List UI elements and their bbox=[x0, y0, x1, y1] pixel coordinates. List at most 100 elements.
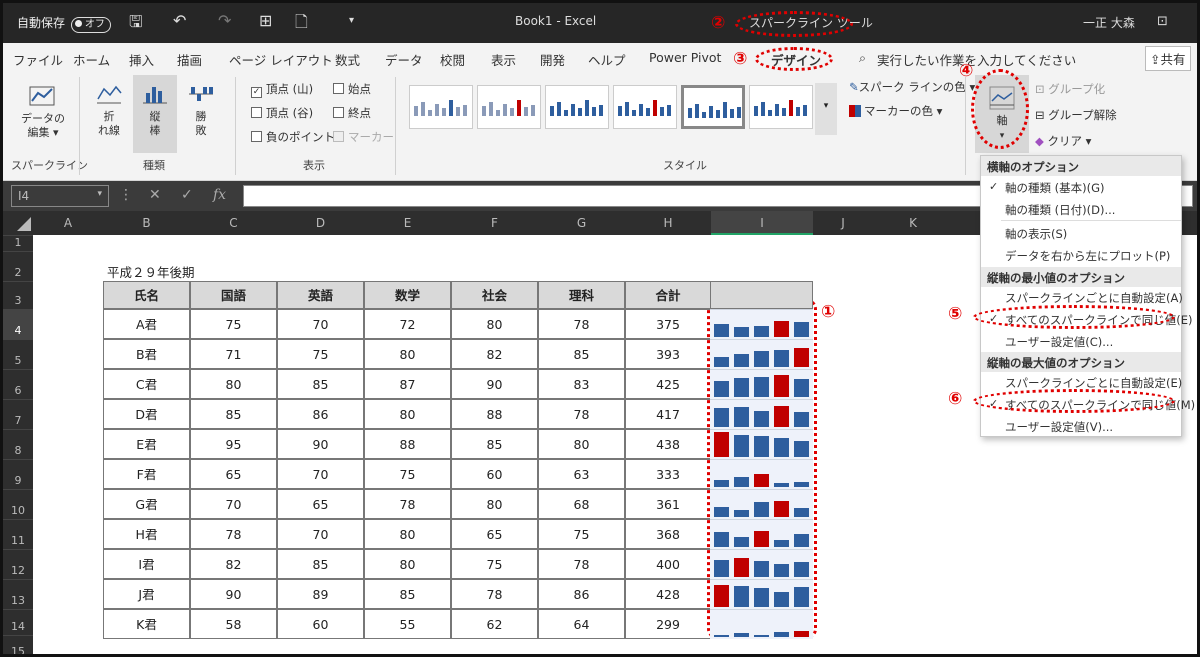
table-cell[interactable]: 60 bbox=[451, 459, 538, 489]
table-cell[interactable]: 78 bbox=[190, 519, 277, 549]
table-cell[interactable]: 68 bbox=[538, 489, 625, 519]
col-b[interactable]: B bbox=[103, 216, 190, 230]
min-auto-item[interactable]: スパークラインごとに自動設定(A) bbox=[981, 290, 1183, 306]
axis-type-general-item[interactable]: ✓ 軸の種類 (基本)(G) bbox=[981, 180, 1181, 196]
line-type-button[interactable]: 折れ線 bbox=[89, 81, 129, 138]
sparkline-cell[interactable] bbox=[710, 489, 813, 519]
table-cell[interactable]: 72 bbox=[364, 309, 451, 339]
max-custom-item[interactable]: ユーザー設定値(V)... bbox=[981, 419, 1181, 435]
table-cell[interactable]: H君 bbox=[103, 519, 190, 549]
table-cell[interactable]: 80 bbox=[364, 519, 451, 549]
table-cell[interactable]: 375 bbox=[625, 309, 711, 339]
sparkline-cell[interactable] bbox=[710, 369, 813, 399]
row-header-3[interactable]: 3 bbox=[3, 281, 33, 309]
table-cell[interactable]: 393 bbox=[625, 339, 711, 369]
sparkline-style-3[interactable] bbox=[545, 85, 609, 129]
ribbon-display-icon[interactable]: ⊡ bbox=[1157, 14, 1168, 29]
sparkline-style-2[interactable] bbox=[477, 85, 541, 129]
tab-data[interactable]: データ bbox=[385, 50, 423, 69]
table-cell[interactable]: 80 bbox=[190, 369, 277, 399]
table-cell[interactable]: A君 bbox=[103, 309, 190, 339]
table-cell[interactable]: 63 bbox=[538, 459, 625, 489]
sparkline-cell[interactable] bbox=[710, 519, 813, 549]
low-point-checkbox[interactable]: 頂点 (谷) bbox=[251, 105, 313, 121]
table-cell[interactable]: 70 bbox=[277, 459, 364, 489]
row-header-10[interactable]: 10 bbox=[3, 489, 33, 519]
tab-view[interactable]: 表示 bbox=[491, 50, 516, 69]
table-cell[interactable]: 78 bbox=[538, 549, 625, 579]
table-cell[interactable]: 438 bbox=[625, 429, 711, 459]
col-j[interactable]: J bbox=[813, 216, 873, 230]
table-cell[interactable]: 83 bbox=[538, 369, 625, 399]
table-cell[interactable]: 86 bbox=[538, 579, 625, 609]
sparkline-cell[interactable] bbox=[710, 459, 813, 489]
table-cell[interactable]: 361 bbox=[625, 489, 711, 519]
clear-button[interactable]: ◆ クリア ▾ bbox=[1035, 133, 1091, 149]
autosave-toggle[interactable]: 自動保存 オフ bbox=[17, 14, 111, 33]
plot-right-to-left-item[interactable]: データを右から左にプロット(P) bbox=[981, 248, 1181, 264]
min-custom-item[interactable]: ユーザー設定値(C)... bbox=[981, 334, 1181, 350]
table-cell[interactable]: 75 bbox=[277, 339, 364, 369]
name-box[interactable]: I4 ▾ bbox=[11, 185, 109, 207]
tab-draw[interactable]: 描画 bbox=[177, 50, 202, 69]
tab-page-layout[interactable]: ページ レイアウト bbox=[229, 50, 333, 69]
table-cell[interactable]: 88 bbox=[364, 429, 451, 459]
table-cell[interactable]: 75 bbox=[190, 309, 277, 339]
table-cell[interactable]: 400 bbox=[625, 549, 711, 579]
tab-review[interactable]: 校閲 bbox=[440, 50, 465, 69]
table-cell[interactable]: 78 bbox=[451, 579, 538, 609]
row-header-2[interactable]: 2 bbox=[3, 251, 33, 281]
header-cell[interactable]: 国語 bbox=[190, 281, 277, 309]
col-c[interactable]: C bbox=[190, 216, 277, 230]
table-cell[interactable]: 417 bbox=[625, 399, 711, 429]
tab-help[interactable]: ヘルプ bbox=[588, 50, 626, 69]
table-cell[interactable]: B君 bbox=[103, 339, 190, 369]
sparkline-style-1[interactable] bbox=[409, 85, 473, 129]
qat-customize-icon[interactable]: ▾ bbox=[349, 15, 354, 26]
sparkline-cell[interactable] bbox=[710, 339, 813, 369]
winloss-type-button[interactable]: 勝敗 bbox=[181, 81, 221, 138]
tab-power-pivot[interactable]: Power Pivot bbox=[649, 50, 721, 65]
first-point-checkbox[interactable]: 始点 bbox=[333, 81, 371, 97]
table-cell[interactable]: 60 bbox=[277, 609, 364, 639]
table-cell[interactable]: 88 bbox=[451, 399, 538, 429]
col-h[interactable]: H bbox=[625, 216, 711, 230]
table-cell[interactable]: 333 bbox=[625, 459, 711, 489]
table-cell[interactable]: 75 bbox=[538, 519, 625, 549]
table-cell[interactable]: 75 bbox=[451, 549, 538, 579]
table-cell[interactable]: G君 bbox=[103, 489, 190, 519]
table-cell[interactable]: K君 bbox=[103, 609, 190, 639]
redo-icon[interactable]: ↷ bbox=[218, 11, 231, 30]
header-cell-sparkline[interactable] bbox=[710, 281, 813, 309]
marker-color-button[interactable]: マーカーの色 ▾ bbox=[849, 103, 942, 119]
table-cell[interactable]: 428 bbox=[625, 579, 711, 609]
table-cell[interactable]: 85 bbox=[538, 339, 625, 369]
table-cell[interactable]: 64 bbox=[538, 609, 625, 639]
sparkline-cell[interactable] bbox=[710, 549, 813, 579]
header-cell[interactable]: 社会 bbox=[451, 281, 538, 309]
row-header-4[interactable]: 4 bbox=[3, 309, 33, 339]
row-header-15[interactable]: 15 bbox=[3, 635, 33, 654]
sparkline-cell[interactable] bbox=[710, 579, 813, 609]
col-f[interactable]: F bbox=[451, 216, 538, 230]
header-cell[interactable]: 数学 bbox=[364, 281, 451, 309]
new-file-icon[interactable]: 🗋 bbox=[295, 11, 308, 38]
negative-point-checkbox[interactable]: 負のポイント bbox=[251, 129, 335, 145]
select-all-button[interactable] bbox=[17, 217, 31, 231]
table-cell[interactable]: 65 bbox=[451, 519, 538, 549]
table-cell[interactable]: 82 bbox=[451, 339, 538, 369]
save-icon[interactable]: 🖫 bbox=[129, 11, 143, 38]
row-header-1[interactable]: 1 bbox=[3, 235, 33, 251]
tab-home[interactable]: ホーム bbox=[73, 50, 110, 69]
row-header-9[interactable]: 9 bbox=[3, 459, 33, 489]
sparkline-cell[interactable] bbox=[710, 399, 813, 429]
table-cell[interactable]: 80 bbox=[538, 429, 625, 459]
table-cell[interactable]: 425 bbox=[625, 369, 711, 399]
table-cell[interactable]: 85 bbox=[277, 369, 364, 399]
tab-insert[interactable]: 挿入 bbox=[129, 50, 154, 69]
table-cell[interactable]: 65 bbox=[190, 459, 277, 489]
table-cell[interactable]: 70 bbox=[277, 519, 364, 549]
table-cell[interactable]: F君 bbox=[103, 459, 190, 489]
table-cell[interactable]: 299 bbox=[625, 609, 711, 639]
insert-function-button[interactable]: fx bbox=[213, 187, 226, 203]
